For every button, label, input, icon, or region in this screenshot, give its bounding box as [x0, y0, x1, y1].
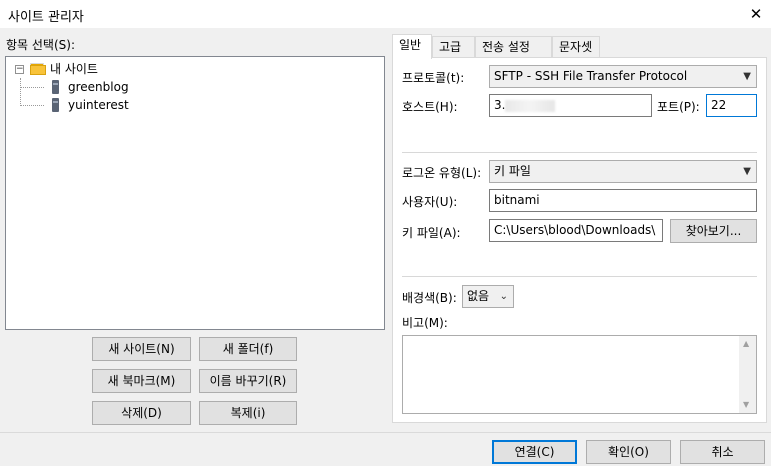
ok-button[interactable]: 확인(O): [586, 440, 671, 464]
bgcolor-value: 없음: [467, 289, 490, 303]
separator: [402, 152, 757, 153]
separator: [402, 276, 757, 277]
protocol-select[interactable]: SFTP - SSH File Transfer Protocol ▼: [489, 65, 757, 88]
redacted-blur: [505, 99, 556, 112]
close-button[interactable]: ✕: [744, 2, 768, 26]
chevron-down-icon: ⌄: [499, 291, 508, 302]
title-bar: [0, 0, 771, 28]
chevron-down-icon: ▼: [743, 166, 751, 177]
comments-label: 비고(M):: [402, 316, 448, 330]
keyfile-field[interactable]: C:\Users\blood\Downloads\: [489, 219, 663, 242]
duplicate-button[interactable]: 복제(i): [199, 401, 297, 425]
new-bookmark-button[interactable]: 새 북마크(M): [92, 369, 191, 393]
browse-button[interactable]: 찾아보기...: [670, 219, 757, 243]
keyfile-label: 키 파일(A):: [402, 226, 461, 240]
tab-strip: 일반 고급 전송 설정 문자셋: [392, 34, 767, 59]
comments-scrollbar[interactable]: ▲ ▼: [739, 336, 756, 413]
host-value: 3.: [494, 98, 506, 112]
tab-general[interactable]: 일반: [392, 34, 432, 59]
user-field[interactable]: bitnami: [489, 189, 757, 212]
window-title: 사이트 관리자: [8, 10, 84, 25]
new-site-button[interactable]: 새 사이트(N): [92, 337, 191, 361]
port-field[interactable]: 22: [706, 94, 757, 117]
scroll-down-icon[interactable]: ▼: [743, 400, 749, 409]
tab-advanced[interactable]: 고급: [432, 36, 475, 58]
server-icon: [52, 98, 59, 112]
host-label: 호스트(H):: [402, 100, 458, 114]
rename-button[interactable]: 이름 바꾸기(R): [199, 369, 297, 393]
tree-label: 항목 선택(S):: [6, 38, 75, 52]
delete-button[interactable]: 삭제(D): [92, 401, 191, 425]
bgcolor-select[interactable]: 없음 ⌄: [462, 285, 514, 308]
port-label: 포트(P):: [657, 100, 700, 114]
logon-type-select[interactable]: 키 파일 ▼: [489, 160, 757, 183]
tree-item-greenblog[interactable]: greenblog: [12, 78, 212, 96]
collapse-icon[interactable]: −: [15, 65, 24, 74]
folder-icon: [30, 63, 46, 75]
tab-transfer-settings[interactable]: 전송 설정: [475, 36, 552, 58]
tab-charset[interactable]: 문자셋: [552, 36, 600, 58]
new-folder-button[interactable]: 새 폴더(f): [199, 337, 297, 361]
footer-separator: [0, 432, 771, 433]
protocol-label: 프로토콜(t):: [402, 71, 465, 85]
tree-item-label: yuinterest: [68, 98, 129, 112]
connect-button[interactable]: 연결(C): [492, 440, 577, 464]
tree-item-yuinterest[interactable]: yuinterest: [12, 96, 212, 114]
host-field[interactable]: 3.: [489, 94, 652, 117]
logon-type-label: 로그온 유형(L):: [402, 166, 482, 180]
chevron-down-icon: ▼: [743, 71, 751, 82]
tree-item-label: greenblog: [68, 80, 129, 94]
tree-item-label: 내 사이트: [50, 62, 98, 76]
user-label: 사용자(U):: [402, 195, 458, 209]
bgcolor-label: 배경색(B):: [402, 291, 457, 305]
scroll-up-icon[interactable]: ▲: [743, 339, 749, 348]
cancel-button[interactable]: 취소: [680, 440, 765, 464]
server-icon: [52, 80, 59, 94]
logon-type-value: 키 파일: [494, 164, 531, 178]
protocol-value: SFTP - SSH File Transfer Protocol: [494, 69, 688, 83]
site-tree[interactable]: − 내 사이트 greenblog yuinterest: [5, 56, 385, 330]
tree-item-my-sites[interactable]: − 내 사이트: [12, 60, 212, 78]
comments-textarea[interactable]: ▲ ▼: [402, 335, 757, 414]
